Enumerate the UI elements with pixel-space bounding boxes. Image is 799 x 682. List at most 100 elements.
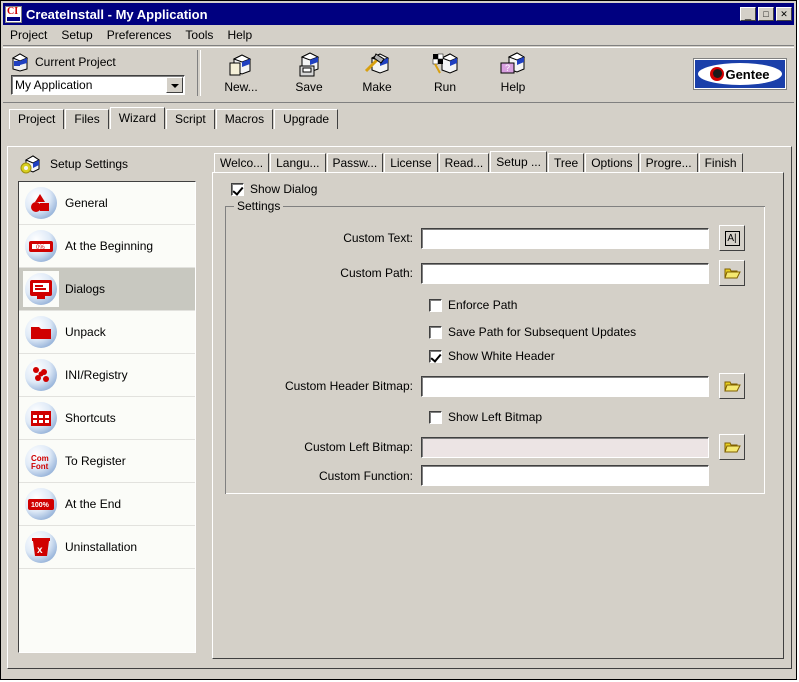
sub-tab-bar: Welco... Langu... Passw... License Read.… <box>214 151 786 172</box>
svg-text:?: ? <box>505 63 510 73</box>
trash-x-icon: x <box>23 529 59 565</box>
settings-group-title: Settings <box>234 199 283 213</box>
show-left-bitmap-checkbox[interactable] <box>429 411 442 424</box>
custom-left-bitmap-input <box>421 437 709 458</box>
sidebar-item-general[interactable]: General <box>19 182 195 225</box>
setup-tab-panel: Show Dialog Settings Custom Text: A| Cus… <box>212 172 784 659</box>
sidebar-item-label: Dialogs <box>65 282 105 296</box>
show-left-bitmap-row[interactable]: Show Left Bitmap <box>429 410 542 424</box>
subtab-language[interactable]: Langu... <box>270 153 325 172</box>
content-frame: Setup Settings General <box>7 146 792 669</box>
sidebar-header-label: Setup Settings <box>50 157 128 171</box>
custom-header-bitmap-input[interactable] <box>421 376 709 397</box>
run-button-label: Run <box>411 80 479 94</box>
sidebar: Setup Settings General <box>12 151 202 661</box>
close-button[interactable]: ✕ <box>776 7 792 21</box>
minimize-button[interactable]: _ <box>740 7 756 21</box>
window-controls: _ □ ✕ <box>740 7 792 21</box>
chevron-down-icon[interactable] <box>166 77 183 93</box>
registry-dots-icon <box>23 357 59 393</box>
custom-header-bitmap-browse-button[interactable] <box>719 373 745 399</box>
show-dialog-checkbox[interactable] <box>231 183 244 196</box>
save-path-row[interactable]: Save Path for Subsequent Updates <box>429 325 636 339</box>
package-box-icon <box>11 52 29 72</box>
new-button[interactable]: New... <box>207 50 275 94</box>
folder-open-icon <box>724 266 741 280</box>
custom-text-edit-button[interactable]: A| <box>719 225 745 251</box>
svg-text:Font: Font <box>31 462 49 471</box>
maximize-button[interactable]: □ <box>758 7 774 21</box>
show-white-header-row[interactable]: Show White Header <box>429 349 555 363</box>
application-window: CI CreateInstall - My Application _ □ ✕ … <box>0 0 797 680</box>
save-path-label: Save Path for Subsequent Updates <box>448 325 636 339</box>
subtab-setup[interactable]: Setup ... <box>490 151 547 172</box>
save-disk-icon <box>275 50 343 80</box>
current-project-value: My Application <box>12 78 166 92</box>
subtab-password[interactable]: Passw... <box>327 153 384 172</box>
custom-function-input[interactable] <box>421 465 709 486</box>
createinstall-app-icon: CI <box>5 6 22 23</box>
tab-files[interactable]: Files <box>65 109 108 129</box>
sidebar-item-label: To Register <box>65 454 126 468</box>
subtab-options[interactable]: Options <box>585 153 638 172</box>
tab-macros[interactable]: Macros <box>216 109 273 129</box>
close-icon: ✕ <box>777 8 791 20</box>
make-button[interactable]: Make <box>343 50 411 94</box>
subtab-finish[interactable]: Finish <box>699 153 743 172</box>
sidebar-header: Setup Settings <box>12 151 202 177</box>
tab-upgrade[interactable]: Upgrade <box>274 109 338 129</box>
current-project-combo[interactable]: My Application <box>11 75 185 95</box>
menu-item-help[interactable]: Help <box>220 27 259 44</box>
help-book-icon: ? <box>479 50 547 80</box>
sidebar-item-uninstallation[interactable]: x Uninstallation <box>19 526 195 569</box>
custom-left-bitmap-browse-button[interactable] <box>719 434 745 460</box>
enforce-path-checkbox[interactable] <box>429 299 442 312</box>
custom-function-row: Custom Function: <box>226 465 766 486</box>
subtab-readme[interactable]: Read... <box>439 153 490 172</box>
show-white-header-label: Show White Header <box>448 349 555 363</box>
sidebar-item-at-the-end[interactable]: 100% At the End <box>19 483 195 526</box>
custom-path-browse-button[interactable] <box>719 260 745 286</box>
tab-wizard[interactable]: Wizard <box>110 107 165 129</box>
make-button-label: Make <box>343 80 411 94</box>
monitor-dialog-icon <box>23 271 59 307</box>
show-white-header-checkbox[interactable] <box>429 350 442 363</box>
run-button[interactable]: Run <box>411 50 479 94</box>
subtab-tree[interactable]: Tree <box>548 153 584 172</box>
custom-path-input[interactable] <box>421 263 709 284</box>
custom-left-bitmap-row: Custom Left Bitmap: <box>226 434 766 460</box>
window-title: CreateInstall - My Application <box>26 7 740 22</box>
tab-script[interactable]: Script <box>166 109 215 129</box>
enforce-path-row[interactable]: Enforce Path <box>429 298 517 312</box>
subtab-progress[interactable]: Progre... <box>640 153 698 172</box>
menu-item-project[interactable]: Project <box>3 27 54 44</box>
tab-project[interactable]: Project <box>9 109 64 129</box>
sidebar-item-unpack[interactable]: Unpack <box>19 311 195 354</box>
menu-item-preferences[interactable]: Preferences <box>100 27 179 44</box>
folder-open-icon <box>724 379 741 393</box>
sidebar-item-ini-registry[interactable]: INI/Registry <box>19 354 195 397</box>
sidebar-item-label: Shortcuts <box>65 411 116 425</box>
svg-text:0%: 0% <box>36 245 45 251</box>
sidebar-item-dialogs[interactable]: Dialogs <box>19 268 195 311</box>
gentee-logo: Gentee <box>694 59 786 89</box>
subtab-license[interactable]: License <box>384 153 437 172</box>
menu-item-setup[interactable]: Setup <box>54 27 99 44</box>
sidebar-item-at-the-beginning[interactable]: 0% At the Beginning <box>19 225 195 268</box>
custom-text-input[interactable] <box>421 228 709 249</box>
menu-item-tools[interactable]: Tools <box>178 27 220 44</box>
save-path-checkbox[interactable] <box>429 326 442 339</box>
wizard-pane: Welco... Langu... Passw... License Read.… <box>208 151 786 663</box>
enforce-path-label: Enforce Path <box>448 298 517 312</box>
sidebar-item-to-register[interactable]: Com Font To Register <box>19 440 195 483</box>
save-button[interactable]: Save <box>275 50 343 94</box>
custom-text-label: Custom Text: <box>226 231 421 245</box>
subtab-welcome[interactable]: Welco... <box>214 153 269 172</box>
sidebar-item-shortcuts[interactable]: Shortcuts <box>19 397 195 440</box>
current-project-label: Current Project <box>35 55 116 69</box>
help-button[interactable]: ? Help <box>479 50 547 94</box>
maximize-icon: □ <box>759 8 773 20</box>
sidebar-item-label: At the End <box>65 497 121 511</box>
show-dialog-checkbox-row[interactable]: Show Dialog <box>231 182 317 196</box>
shapes-icon <box>23 185 59 221</box>
